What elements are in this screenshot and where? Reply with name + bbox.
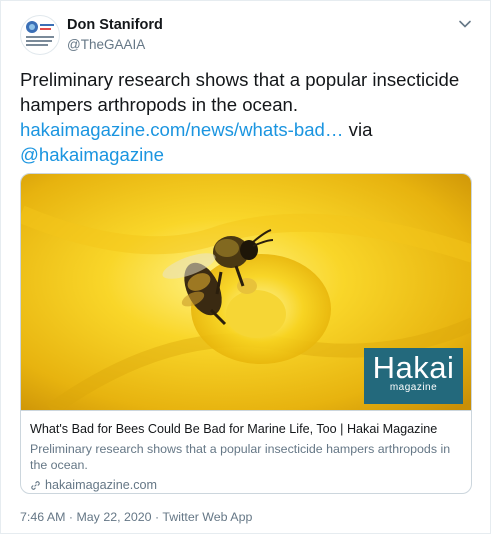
card-title[interactable]: What's Bad for Bees Could Be Bad for Mar… (30, 421, 464, 438)
card-description: Preliminary research shows that a popula… (30, 442, 451, 472)
tweet-text: Preliminary research shows that a popula… (20, 67, 475, 167)
link-card[interactable]: Hakai magazine What's Bad for Bees Could… (20, 173, 472, 494)
author-handle[interactable]: @TheGAAIA (67, 37, 145, 52)
tweet-body: Preliminary research shows that a popula… (20, 69, 460, 115)
avatar[interactable] (20, 15, 60, 55)
tweet-source[interactable]: Twitter Web App (162, 510, 252, 524)
tweet: Don Staniford @TheGAAIA Preliminary rese… (0, 0, 491, 534)
gaaia-logo-icon (26, 21, 54, 46)
hakai-logo-word: Hakai (372, 350, 455, 385)
card-image[interactable]: Hakai magazine (21, 174, 471, 410)
tweet-via: via (343, 119, 373, 140)
chevron-down-icon[interactable] (458, 17, 472, 31)
card-domain-row: hakaimagazine.com (30, 477, 464, 493)
tweet-timestamp[interactable]: 7:46 AM · May 22, 2020 (20, 510, 152, 524)
author-name[interactable]: Don Staniford (67, 17, 163, 33)
card-body[interactable]: What's Bad for Bees Could Be Bad for Mar… (21, 410, 471, 493)
meta-separator: · (151, 510, 163, 524)
link-icon (31, 481, 40, 490)
tweet-mention[interactable]: @hakaimagazine (20, 144, 164, 165)
tweet-link[interactable]: hakaimagazine.com/news/whats-bad… (20, 119, 343, 140)
tweet-meta: 7:46 AM · May 22, 2020 · Twitter Web App (20, 510, 252, 524)
hakai-magazine-logo: Hakai magazine (364, 348, 463, 404)
card-domain: hakaimagazine.com (45, 478, 158, 492)
